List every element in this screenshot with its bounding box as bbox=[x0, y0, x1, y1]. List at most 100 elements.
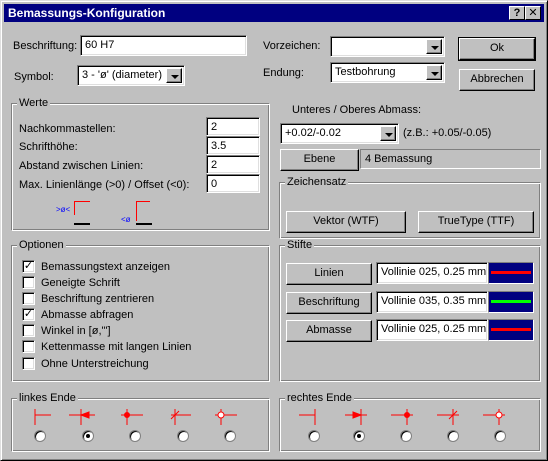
linien-button-label: Linien bbox=[314, 267, 344, 279]
dialog-window: Bemassungs-Konfiguration ? ✕ Beschriftun… bbox=[0, 0, 548, 461]
right-end-circle-icon bbox=[483, 409, 505, 425]
linkes-ende-radio-3[interactable] bbox=[129, 430, 141, 442]
beschriftung-zentrieren-checkbox[interactable] bbox=[22, 292, 35, 305]
ebene-value: 4 Bemassung bbox=[360, 149, 541, 169]
linien-color-line bbox=[491, 271, 531, 274]
chevron-down-icon[interactable] bbox=[166, 68, 182, 83]
right-end-stroke-icon bbox=[299, 409, 316, 425]
geneigte-schrift-label: Geneigte Schrift bbox=[41, 277, 120, 289]
beschriftung-color-swatch[interactable] bbox=[488, 291, 534, 313]
ohne-unterstreichung-label: Ohne Unterstreichung bbox=[41, 358, 149, 370]
left-end-slash-icon bbox=[170, 409, 191, 425]
rechtes-ende-symbols bbox=[299, 409, 505, 425]
rechtes-ende-radio-5[interactable] bbox=[494, 430, 506, 442]
right-end-arrow-icon bbox=[345, 409, 367, 425]
left-end-arrow-icon bbox=[69, 409, 95, 425]
geneigte-schrift-checkbox[interactable] bbox=[22, 276, 35, 289]
right-end-slash-icon bbox=[437, 409, 459, 425]
truetype-button[interactable]: TrueType (TTF) bbox=[418, 211, 534, 233]
vorzeichen-label: Vorzeichen: bbox=[263, 40, 321, 52]
symbol-select[interactable]: 3 - 'ø' (diameter) bbox=[77, 65, 185, 86]
help-button[interactable]: ? bbox=[509, 6, 525, 20]
truetype-button-label: TrueType (TTF) bbox=[437, 215, 515, 227]
nachkommastellen-input[interactable]: 2 bbox=[206, 117, 260, 136]
symbol-value: 3 - 'ø' (diameter) bbox=[82, 69, 162, 81]
vektor-button[interactable]: Vektor (WTF) bbox=[286, 211, 406, 233]
beschriftung-color-line bbox=[491, 300, 531, 303]
ebene-button[interactable]: Ebene bbox=[280, 149, 359, 171]
rechtes-ende-radio-3[interactable] bbox=[400, 430, 412, 442]
werte-title: Werte bbox=[17, 97, 51, 110]
endung-label: Endung: bbox=[263, 67, 304, 79]
linkes-ende-radio-5[interactable] bbox=[224, 430, 236, 442]
beschriftung-label: Beschriftung: bbox=[13, 40, 78, 52]
rechtes-ende-radio-1[interactable] bbox=[308, 430, 320, 442]
left-end-stroke-icon bbox=[34, 409, 51, 425]
right-end-dot-icon bbox=[391, 409, 413, 425]
linkes-ende-radio-1[interactable] bbox=[34, 430, 46, 442]
abbrechen-button-label: Abbrechen bbox=[470, 73, 524, 85]
linienlaenge-input[interactable]: 0 bbox=[206, 174, 260, 193]
abmasse-color-line bbox=[491, 328, 531, 331]
endung-value: Testbohrung bbox=[335, 66, 396, 78]
rechtes-ende-radio-2[interactable] bbox=[353, 430, 365, 442]
linkes-ende-symbols bbox=[34, 409, 237, 425]
offset-positive-icon-text: >ø< bbox=[56, 205, 71, 214]
beschriftung-pen-button[interactable]: Beschriftung bbox=[286, 292, 372, 314]
bemassungstext-checkbox[interactable]: ✓ bbox=[22, 260, 35, 273]
linien-pen-value: Vollinie 025, 0.25 mm bbox=[376, 262, 488, 284]
title-bar[interactable]: Bemassungs-Konfiguration ? ✕ bbox=[4, 4, 544, 22]
abstand-input[interactable]: 2 bbox=[206, 155, 260, 174]
rechtes-ende-radio-4[interactable] bbox=[447, 430, 459, 442]
abmasse-pen-button-label: Abmasse bbox=[306, 324, 352, 336]
linien-button[interactable]: Linien bbox=[286, 263, 372, 285]
rechtes-ende-title: rechtes Ende bbox=[285, 392, 354, 405]
abstand-label: Abstand zwischen Linien: bbox=[19, 160, 144, 172]
ok-button[interactable]: Ok bbox=[458, 37, 536, 61]
left-end-dot-icon bbox=[121, 409, 143, 425]
winkel-label: Winkel in [ø,'"] bbox=[41, 325, 111, 337]
abmass-value: +0.02/-0.02 bbox=[285, 127, 341, 139]
symbol-label: Symbol: bbox=[14, 71, 54, 83]
abmass-label: Unteres / Oberes Abmass: bbox=[292, 104, 421, 116]
abmasse-abfragen-label: Abmasse abfragen bbox=[41, 309, 134, 321]
offset-negative-icon: <ø bbox=[119, 199, 169, 229]
abmasse-color-swatch[interactable] bbox=[488, 319, 534, 341]
linienlaenge-label: Max. Linienlänge (>0) / Offset (<0): bbox=[19, 179, 190, 191]
winkel-checkbox[interactable] bbox=[22, 324, 35, 337]
abmasse-pen-value: Vollinie 025, 0.25 mm bbox=[376, 319, 488, 341]
abbrechen-button[interactable]: Abbrechen bbox=[459, 69, 535, 91]
chevron-down-icon[interactable] bbox=[380, 126, 396, 141]
chevron-down-icon[interactable] bbox=[426, 65, 442, 80]
ok-button-label: Ok bbox=[489, 42, 505, 54]
schrifthoehe-input[interactable]: 3.5 bbox=[206, 136, 260, 155]
abmasse-pen-button[interactable]: Abmasse bbox=[286, 320, 372, 342]
optionen-title: Optionen bbox=[17, 239, 66, 252]
chevron-down-icon[interactable] bbox=[426, 39, 442, 54]
ebene-button-label: Ebene bbox=[303, 153, 336, 165]
zeichensatz-title: Zeichensatz bbox=[285, 176, 349, 189]
left-end-circle-icon bbox=[215, 409, 237, 425]
linien-color-swatch[interactable] bbox=[488, 262, 534, 284]
linkes-ende-title: linkes Ende bbox=[17, 392, 78, 405]
kettenmasse-label: Kettenmasse mit langen Linien bbox=[41, 341, 192, 353]
nachkommastellen-label: Nachkommastellen: bbox=[19, 123, 116, 135]
beschriftung-pen-button-label: Beschriftung bbox=[298, 296, 360, 308]
endung-select[interactable]: Testbohrung bbox=[330, 62, 445, 83]
linkes-ende-radio-4[interactable] bbox=[177, 430, 189, 442]
close-button[interactable]: ✕ bbox=[525, 6, 541, 20]
bemassungstext-label: Bemassungstext anzeigen bbox=[41, 261, 171, 273]
abmass-select[interactable]: +0.02/-0.02 bbox=[280, 123, 399, 144]
schrifthoehe-label: Schrifthöhe: bbox=[19, 141, 78, 153]
ohne-unterstreichung-checkbox[interactable] bbox=[22, 357, 35, 370]
linkes-ende-radio-2[interactable] bbox=[82, 430, 94, 442]
kettenmasse-checkbox[interactable] bbox=[22, 340, 35, 353]
vektor-button-label: Vektor (WTF) bbox=[313, 215, 379, 227]
offset-negative-icon-text: <ø bbox=[121, 215, 131, 224]
vorzeichen-select[interactable] bbox=[330, 36, 445, 57]
abmasse-abfragen-checkbox[interactable]: ✓ bbox=[22, 308, 35, 321]
beschriftung-zentrieren-label: Beschriftung zentrieren bbox=[41, 293, 155, 305]
beschriftung-input[interactable]: 60 H7 bbox=[80, 35, 247, 56]
beschriftung-pen-value: Vollinie 035, 0.35 mm bbox=[376, 291, 488, 313]
window-title: Bemassungs-Konfiguration bbox=[8, 6, 166, 20]
